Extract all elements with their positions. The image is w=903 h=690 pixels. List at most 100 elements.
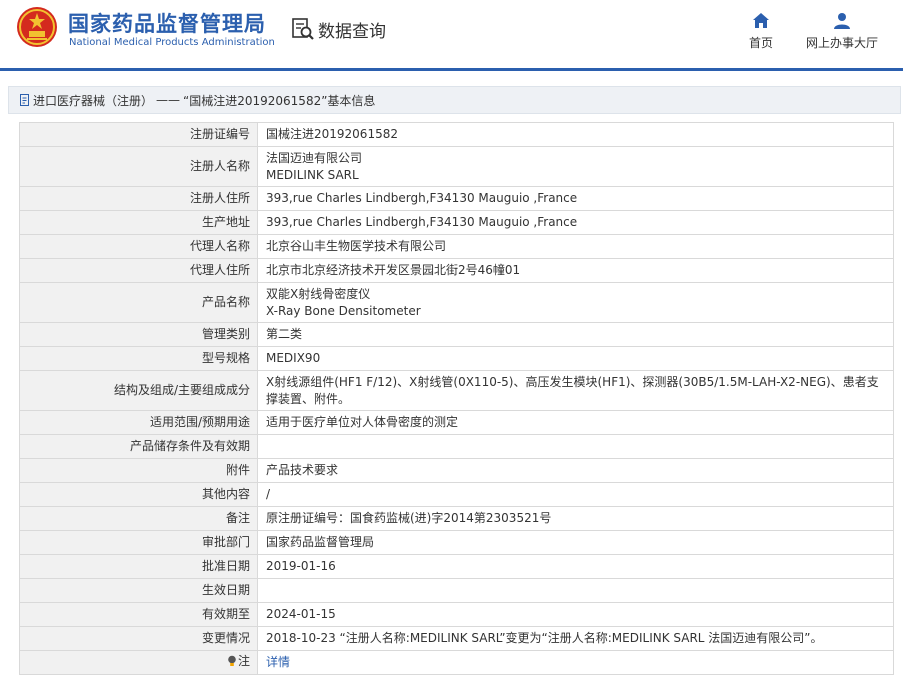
detail-row: 备注 原注册证编号：国食药监械(进)字2014第2303521号 — [19, 506, 894, 531]
field-label: 附件 — [19, 458, 258, 483]
data-query-label: 数据查询 — [318, 21, 386, 42]
field-value: 393,rue Charles Lindbergh,F34130 Mauguio… — [257, 210, 894, 235]
field-value-line: 适用于医疗单位对人体骨密度的测定 — [266, 415, 459, 429]
field-label: 适用范围/预期用途 — [19, 410, 258, 435]
site-name-en: National Medical Products Administration — [69, 37, 275, 48]
field-value-line: 国家药品监督管理局 — [266, 535, 375, 549]
field-value-line: X-Ray Bone Densitometer — [266, 303, 421, 318]
registration-detail-table: 注册证编号 国械注进20192061582 注册人名称 法国迈迪有限公司 MEDILIN… — [19, 122, 894, 675]
nav-service-hall-link[interactable]: 网上办事大厅 — [800, 12, 884, 51]
field-label: 产品名称 — [19, 282, 258, 323]
field-value: 北京谷山丰生物医学技术有限公司 — [257, 234, 894, 259]
field-label: 生效日期 — [19, 578, 258, 603]
detail-row: 管理类别 第二类 — [19, 322, 894, 347]
field-label: 生产地址 — [19, 210, 258, 235]
field-value-line: X射线源组件(HF1 F/12)、X射线管(0X110-5)、高压发生模块(HF… — [266, 374, 879, 406]
field-value-line: 393,rue Charles Lindbergh,F34130 Mauguio… — [266, 191, 578, 205]
field-value: 双能X射线骨密度仪 X-Ray Bone Densitometer — [257, 282, 894, 323]
field-label: 型号规格 — [19, 346, 258, 371]
breadcrumb-category[interactable]: 进口医疗器械（注册） — [33, 92, 153, 109]
lightbulb-icon — [228, 655, 236, 667]
national-emblem-icon — [17, 7, 57, 47]
detail-row: 注册人名称 法国迈迪有限公司 MEDILINK SARL — [19, 146, 894, 187]
field-label: 批准日期 — [19, 554, 258, 579]
detail-row: 附件 产品技术要求 — [19, 458, 894, 483]
field-value-line: 北京谷山丰生物医学技术有限公司 — [266, 239, 447, 253]
detail-row: 生产地址 393,rue Charles Lindbergh,F34130 Mau… — [19, 210, 894, 235]
field-value-line: 2018-10-23 “注册人名称:MEDILINK SARL”变更为“注册人名… — [266, 631, 823, 645]
detail-row: 型号规格 MEDIX90 — [19, 346, 894, 371]
field-label: 注册证编号 — [19, 122, 258, 147]
document-icon — [20, 94, 29, 106]
field-value: 适用于医疗单位对人体骨密度的测定 — [257, 410, 894, 435]
detail-row: 适用范围/预期用途 适用于医疗单位对人体骨密度的测定 — [19, 410, 894, 435]
field-label: 代理人名称 — [19, 234, 258, 259]
detail-row: 产品名称 双能X射线骨密度仪 X-Ray Bone Densitometer — [19, 282, 894, 323]
field-label: 产品储存条件及有效期 — [19, 434, 258, 459]
user-icon — [834, 13, 850, 29]
detail-row: 结构及组成/主要组成成分 X射线源组件(HF1 F/12)、X射线管(0X110-… — [19, 370, 894, 411]
field-value-line: 产品技术要求 — [266, 463, 339, 477]
field-value: 第二类 — [257, 322, 894, 347]
home-icon — [753, 13, 769, 28]
note-label: 注 — [227, 653, 250, 670]
field-value: 国家药品监督管理局 — [257, 530, 894, 555]
detail-row: 其他内容 / — [19, 482, 894, 507]
detail-row: 代理人住所 北京市北京经济技术开发区景园北街2号46幢01 — [19, 258, 894, 283]
detail-row: 变更情况 2018-10-23 “注册人名称:MEDILINK SARL”变更为“… — [19, 626, 894, 651]
detail-table-body: 注册证编号 国械注进20192061582 注册人名称 法国迈迪有限公司 MEDILIN… — [19, 122, 894, 675]
field-label: 结构及组成/主要组成成分 — [19, 370, 258, 411]
note-label-text: 注 — [237, 653, 250, 668]
field-value — [257, 434, 894, 459]
field-value: 393,rue Charles Lindbergh,F34130 Mauguio… — [257, 186, 894, 211]
details-link[interactable]: 详情 — [266, 655, 290, 669]
field-value: 法国迈迪有限公司 MEDILINK SARL — [257, 146, 894, 187]
detail-row: 有效期至 2024-01-15 — [19, 602, 894, 627]
breadcrumb-separator: —— — [156, 93, 181, 107]
site-name: 国家药品监督管理局 — [68, 12, 266, 36]
field-value: 国械注进20192061582 — [257, 122, 894, 147]
field-label: 其他内容 — [19, 482, 258, 507]
detail-row: 注册人住所 393,rue Charles Lindbergh,F34130 Ma… — [19, 186, 894, 211]
field-label: 管理类别 — [19, 322, 258, 347]
detail-row: 审批部门 国家药品监督管理局 — [19, 530, 894, 555]
field-value: 产品技术要求 — [257, 458, 894, 483]
field-value-line: 原注册证编号：国食药监械(进)字2014第2303521号 — [266, 511, 552, 525]
field-value: 2024-01-15 — [257, 602, 894, 627]
detail-row: 生效日期 — [19, 578, 894, 603]
field-value-line: / — [266, 487, 271, 501]
field-value-line: MEDILINK SARL — [266, 167, 359, 182]
field-value-line: 393,rue Charles Lindbergh,F34130 Mauguio… — [266, 215, 578, 229]
nav-service-hall-label: 网上办事大厅 — [805, 36, 878, 50]
field-value-line: 2019-01-16 — [266, 559, 336, 573]
detail-row: 批准日期 2019-01-16 — [19, 554, 894, 579]
breadcrumb: 进口医疗器械（注册） —— “国械注进20192061582”基本信息 — [8, 86, 901, 114]
header-divider — [0, 68, 903, 71]
field-label: 变更情况 — [19, 626, 258, 651]
field-value: 2018-10-23 “注册人名称:MEDILINK SARL”变更为“注册人名… — [257, 626, 894, 651]
breadcrumb-record: “国械注进20192061582”基本信息 — [183, 93, 376, 108]
field-label: 注册人住所 — [19, 186, 258, 211]
nav-home-label: 首页 — [748, 36, 773, 50]
field-value: MEDIX90 — [257, 346, 894, 371]
field-value-line: 北京市北京经济技术开发区景园北街2号46幢01 — [266, 263, 521, 277]
document-search-icon — [292, 18, 314, 40]
note-value-cell: 详情 — [257, 650, 894, 675]
note-label-cell: 注 — [19, 650, 258, 675]
field-label: 备注 — [19, 506, 258, 531]
field-label: 审批部门 — [19, 530, 258, 555]
field-value: 2019-01-16 — [257, 554, 894, 579]
field-value: 原注册证编号：国食药监械(进)字2014第2303521号 — [257, 506, 894, 531]
field-value: X射线源组件(HF1 F/12)、X射线管(0X110-5)、高压发生模块(HF… — [257, 370, 894, 411]
field-value-line: 2024-01-15 — [266, 607, 336, 621]
field-label: 有效期至 — [19, 602, 258, 627]
nav-home-link[interactable]: 首页 — [744, 12, 778, 51]
detail-row: 注册证编号 国械注进20192061582 — [19, 122, 894, 147]
field-value: / — [257, 482, 894, 507]
field-value-line: 法国迈迪有限公司 — [266, 150, 363, 165]
field-value-line: 第二类 — [266, 327, 303, 341]
detail-row: 产品储存条件及有效期 — [19, 434, 894, 459]
field-value-line: 双能X射线骨密度仪 — [266, 286, 371, 301]
field-label: 注册人名称 — [19, 146, 258, 187]
note-row: 注 详情 — [19, 650, 894, 675]
